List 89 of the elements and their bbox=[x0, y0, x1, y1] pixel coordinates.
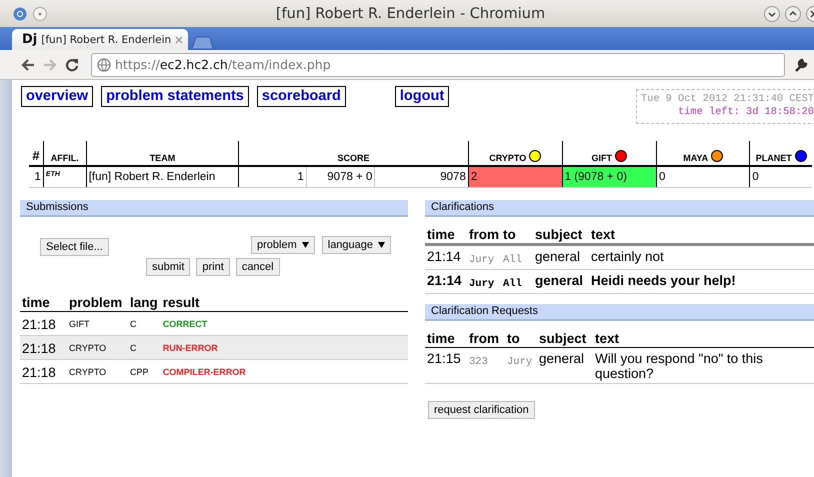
submission-time: 21:18 bbox=[22, 316, 56, 332]
reload-icon[interactable] bbox=[65, 58, 79, 72]
site-logo: Dj bbox=[22, 32, 38, 47]
problem-dropdown[interactable]: problem bbox=[251, 236, 315, 254]
problem-name: CRYPTO bbox=[69, 367, 106, 377]
column-header: from bbox=[469, 331, 499, 346]
column-header: AFFIL. bbox=[50, 153, 79, 163]
rank-cell: 1 bbox=[34, 171, 41, 183]
highlighted-row[interactable]: 21:18 CRYPTO C RUN-ERROR bbox=[20, 336, 408, 360]
message-subject: general bbox=[539, 351, 584, 366]
column-header: MAYA bbox=[683, 153, 708, 163]
address-field[interactable]: https://ec2.hc2.ch/team/index.php bbox=[91, 52, 785, 76]
result-verdict: CORRECT bbox=[162, 319, 208, 329]
minimize-icon[interactable] bbox=[764, 6, 780, 22]
problem-score: 0 bbox=[658, 171, 666, 183]
message-time: 21:14 bbox=[427, 273, 462, 288]
language-name: CPP bbox=[130, 367, 149, 377]
app-icon bbox=[13, 6, 27, 20]
column-header: CRYPTO bbox=[489, 153, 526, 163]
submit-button[interactable]: submit bbox=[146, 258, 190, 276]
recipient: Jury bbox=[507, 356, 532, 368]
print-button[interactable]: print bbox=[196, 258, 230, 276]
solved-count: 1 bbox=[297, 171, 304, 183]
tab-title: [fun] Robert R. Enderlein bbox=[41, 34, 172, 46]
caret-icon bbox=[302, 242, 309, 248]
time-left: time left: 3d 18:58:20 bbox=[677, 106, 814, 119]
result-verdict: COMPILER-ERROR bbox=[162, 367, 246, 377]
column-header: # bbox=[32, 148, 40, 163]
cancel-button[interactable]: cancel bbox=[236, 258, 280, 276]
maximize-icon[interactable] bbox=[785, 6, 801, 22]
column-header: text bbox=[595, 331, 620, 346]
column-header: PLANET bbox=[756, 153, 792, 163]
file-button[interactable]: Select file... bbox=[40, 238, 109, 256]
column-header: to bbox=[507, 331, 520, 346]
panel-header: Submissions bbox=[20, 200, 408, 217]
browser-tab[interactable]: Dj [fun] Robert R. Enderlein bbox=[12, 29, 188, 50]
column-header: problem bbox=[69, 295, 122, 310]
nav-link[interactable]: overview bbox=[21, 86, 94, 107]
message-text: certainly not bbox=[591, 249, 664, 264]
message-subject: general bbox=[535, 273, 584, 288]
problem-name: GIFT bbox=[69, 319, 90, 329]
language-name: C bbox=[130, 319, 136, 329]
language-name: C bbox=[130, 343, 136, 353]
message-text: Will you respond "no" to this question? bbox=[595, 351, 763, 381]
column-header: time bbox=[427, 227, 455, 242]
panel-header: Clarifications bbox=[425, 200, 814, 217]
nav-link[interactable]: scoreboard bbox=[256, 86, 346, 107]
sender: 323 bbox=[469, 356, 488, 368]
message-time: 21:15 bbox=[427, 351, 461, 366]
problem-score: 0 bbox=[752, 171, 759, 183]
problem-name: CRYPTO bbox=[69, 343, 106, 353]
column-header: text bbox=[591, 227, 616, 242]
message-subject: general bbox=[535, 249, 580, 264]
message-text: Heidi needs your help! bbox=[591, 273, 736, 288]
message-time: 21:14 bbox=[427, 249, 461, 264]
total-time: 9078 bbox=[440, 171, 466, 183]
team-name: [fun] Robert R. Enderlein bbox=[88, 171, 216, 183]
current-time: Tue 9 Oct 2012 21:31:40 CEST bbox=[640, 93, 814, 106]
globe-icon bbox=[97, 58, 111, 72]
penalty-time: 9078 + 0 bbox=[327, 171, 372, 183]
back-icon[interactable] bbox=[21, 58, 35, 70]
column-header: time bbox=[22, 295, 50, 310]
recipient: All bbox=[503, 254, 522, 266]
column-header: subject bbox=[539, 331, 586, 346]
problem-score: 2 bbox=[470, 171, 478, 183]
column-header: TEAM bbox=[150, 153, 176, 163]
column-header: SCORE bbox=[338, 153, 370, 163]
sender: Jury bbox=[469, 254, 494, 266]
column-header: subject bbox=[535, 227, 582, 242]
column-header: to bbox=[503, 227, 516, 242]
column-header: from bbox=[469, 227, 499, 242]
submission-time: 21:18 bbox=[22, 364, 56, 380]
column-header: lang bbox=[130, 295, 158, 310]
column-header: GIFT bbox=[592, 153, 612, 163]
nav-link[interactable]: problem statements bbox=[101, 86, 249, 107]
request-clarification-button[interactable]: request clarification bbox=[428, 401, 535, 419]
problem-score: 1 (9078 + 0) bbox=[564, 171, 627, 183]
logout-link[interactable]: logout bbox=[394, 86, 450, 107]
language-dropdown[interactable]: language bbox=[322, 236, 392, 254]
column-header: result bbox=[162, 295, 200, 310]
caret-icon bbox=[378, 242, 386, 248]
window-title: [fun] Robert R. Enderlein - Chromium bbox=[274, 6, 546, 22]
panel-header: Clarification Requests bbox=[425, 304, 814, 321]
column-header: time bbox=[427, 331, 455, 346]
submission-time: 21:18 bbox=[22, 340, 56, 356]
sender: Jury bbox=[469, 278, 494, 290]
recipient: All bbox=[503, 278, 522, 290]
wrench-icon[interactable] bbox=[793, 56, 809, 72]
result-verdict: RUN-ERROR bbox=[162, 343, 218, 353]
